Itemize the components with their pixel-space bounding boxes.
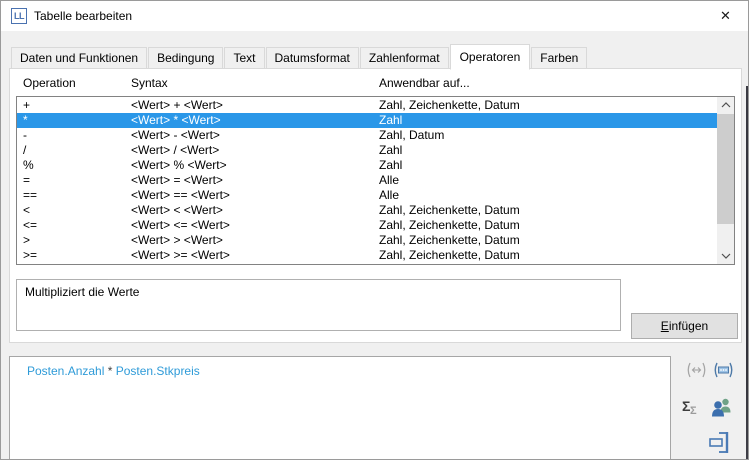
- cell-operation: %: [23, 158, 131, 173]
- cell-applicable: Zahl, Zeichenkette, Datum: [379, 248, 717, 263]
- scrollbar-thumb[interactable]: [717, 114, 734, 224]
- table-row[interactable]: <<Wert> < <Wert>Zahl, Zeichenkette, Datu…: [17, 203, 717, 218]
- titlebar: LL Tabelle bearbeiten ✕: [1, 1, 748, 31]
- table-row[interactable]: ==<Wert> == <Wert>Alle: [17, 188, 717, 203]
- vertical-scrollbar[interactable]: [717, 97, 734, 264]
- table-row[interactable]: +<Wert> + <Wert>Zahl, Zeichenkette, Datu…: [17, 98, 717, 113]
- cell-applicable: Alle: [379, 188, 717, 203]
- cell-operation: ==: [23, 188, 131, 203]
- sum-function-icon[interactable]: Σ Σ: [681, 397, 703, 421]
- people-icon[interactable]: [709, 395, 734, 420]
- operator-description: Multipliziert die Werte: [16, 279, 621, 331]
- column-header-syntax: Syntax: [131, 76, 168, 90]
- app-logo-icon: LL: [11, 8, 27, 24]
- field-token: Posten.Anzahl: [27, 364, 104, 378]
- column-header-operation: Operation: [23, 76, 76, 90]
- dialog-title: Tabelle bearbeiten: [34, 9, 132, 23]
- column-header-applicable: Anwendbar auf...: [379, 76, 470, 90]
- table-row[interactable]: *<Wert> * <Wert>Zahl: [17, 113, 717, 128]
- cell-applicable: Zahl: [379, 113, 717, 128]
- table-row[interactable]: =<Wert> = <Wert>Alle: [17, 173, 717, 188]
- cell-syntax: <Wert> < <Wert>: [131, 203, 379, 218]
- tab-zahlenformat[interactable]: Zahlenformat: [360, 47, 449, 69]
- cell-applicable: Zahl, Zeichenkette, Datum: [379, 218, 717, 233]
- edit-table-dialog: LL Tabelle bearbeiten ✕ Daten und Funkti…: [0, 0, 749, 460]
- tab-bedingung[interactable]: Bedingung: [148, 47, 223, 69]
- table-row[interactable]: >=<Wert> >= <Wert>Zahl, Zeichenkette, Da…: [17, 248, 717, 263]
- cell-operation: =: [23, 173, 131, 188]
- cell-operation: <=: [23, 218, 131, 233]
- cell-operation: >=: [23, 248, 131, 263]
- scroll-up-icon[interactable]: [717, 97, 734, 113]
- table-row[interactable]: -<Wert> - <Wert>Zahl, Datum: [17, 128, 717, 143]
- cell-syntax: <Wert> = <Wert>: [131, 173, 379, 188]
- block-parentheses-icon[interactable]: [711, 361, 736, 379]
- cell-applicable: Zahl, Datum: [379, 128, 717, 143]
- insert-button-label: Einfügen: [661, 319, 708, 333]
- formula-text: Posten.Anzahl * Posten.Stkpreis: [27, 364, 670, 378]
- cell-syntax: <Wert> == <Wert>: [131, 188, 379, 203]
- cell-applicable: Alle: [379, 173, 717, 188]
- tab-text[interactable]: Text: [224, 47, 264, 69]
- cell-operation: *: [23, 113, 131, 128]
- cell-syntax: <Wert> + <Wert>: [131, 98, 379, 113]
- cell-operation: <: [23, 203, 131, 218]
- cell-operation: +: [23, 98, 131, 113]
- tab-bar: Daten und FunktionenBedingungTextDatumsf…: [11, 43, 588, 69]
- close-icon[interactable]: ✕: [703, 1, 748, 31]
- insert-field-icon[interactable]: [707, 429, 736, 456]
- fit-parentheses-icon[interactable]: [685, 361, 708, 379]
- table-row[interactable]: <=<Wert> <= <Wert>Zahl, Zeichenkette, Da…: [17, 218, 717, 233]
- cell-syntax: <Wert> % <Wert>: [131, 158, 379, 173]
- cell-syntax: <Wert> * <Wert>: [131, 113, 379, 128]
- tab-datumsformat[interactable]: Datumsformat: [266, 47, 359, 69]
- tab-daten-und-funktionen[interactable]: Daten und Funktionen: [11, 47, 147, 69]
- cell-operation: >: [23, 233, 131, 248]
- table-row[interactable]: %<Wert> % <Wert>Zahl: [17, 158, 717, 173]
- formula-editor[interactable]: Posten.Anzahl * Posten.Stkpreis: [9, 356, 671, 460]
- cell-applicable: Zahl, Zeichenkette, Datum: [379, 98, 717, 113]
- cell-syntax: <Wert> - <Wert>: [131, 128, 379, 143]
- cell-applicable: Zahl, Zeichenkette, Datum: [379, 233, 717, 248]
- cell-operation: -: [23, 128, 131, 143]
- cell-applicable: Zahl, Zeichenkette, Datum: [379, 203, 717, 218]
- cell-applicable: Zahl: [379, 158, 717, 173]
- operator-list-rows: +<Wert> + <Wert>Zahl, Zeichenkette, Datu…: [17, 98, 717, 263]
- cell-syntax: <Wert> > <Wert>: [131, 233, 379, 248]
- table-row[interactable]: /<Wert> / <Wert>Zahl: [17, 143, 717, 158]
- operator-token: *: [104, 364, 115, 378]
- field-token: Posten.Stkpreis: [116, 364, 200, 378]
- scroll-down-icon[interactable]: [717, 248, 734, 264]
- insert-button[interactable]: Einfügen: [631, 313, 738, 339]
- tab-operatoren[interactable]: Operatoren: [450, 44, 531, 70]
- operator-list: +<Wert> + <Wert>Zahl, Zeichenkette, Datu…: [16, 96, 735, 265]
- tab-farben[interactable]: Farben: [531, 47, 587, 69]
- table-row[interactable]: ><Wert> > <Wert>Zahl, Zeichenkette, Datu…: [17, 233, 717, 248]
- cell-operation: /: [23, 143, 131, 158]
- cell-syntax: <Wert> / <Wert>: [131, 143, 379, 158]
- cell-syntax: <Wert> <= <Wert>: [131, 218, 379, 233]
- cell-applicable: Zahl: [379, 143, 717, 158]
- cell-syntax: <Wert> >= <Wert>: [131, 248, 379, 263]
